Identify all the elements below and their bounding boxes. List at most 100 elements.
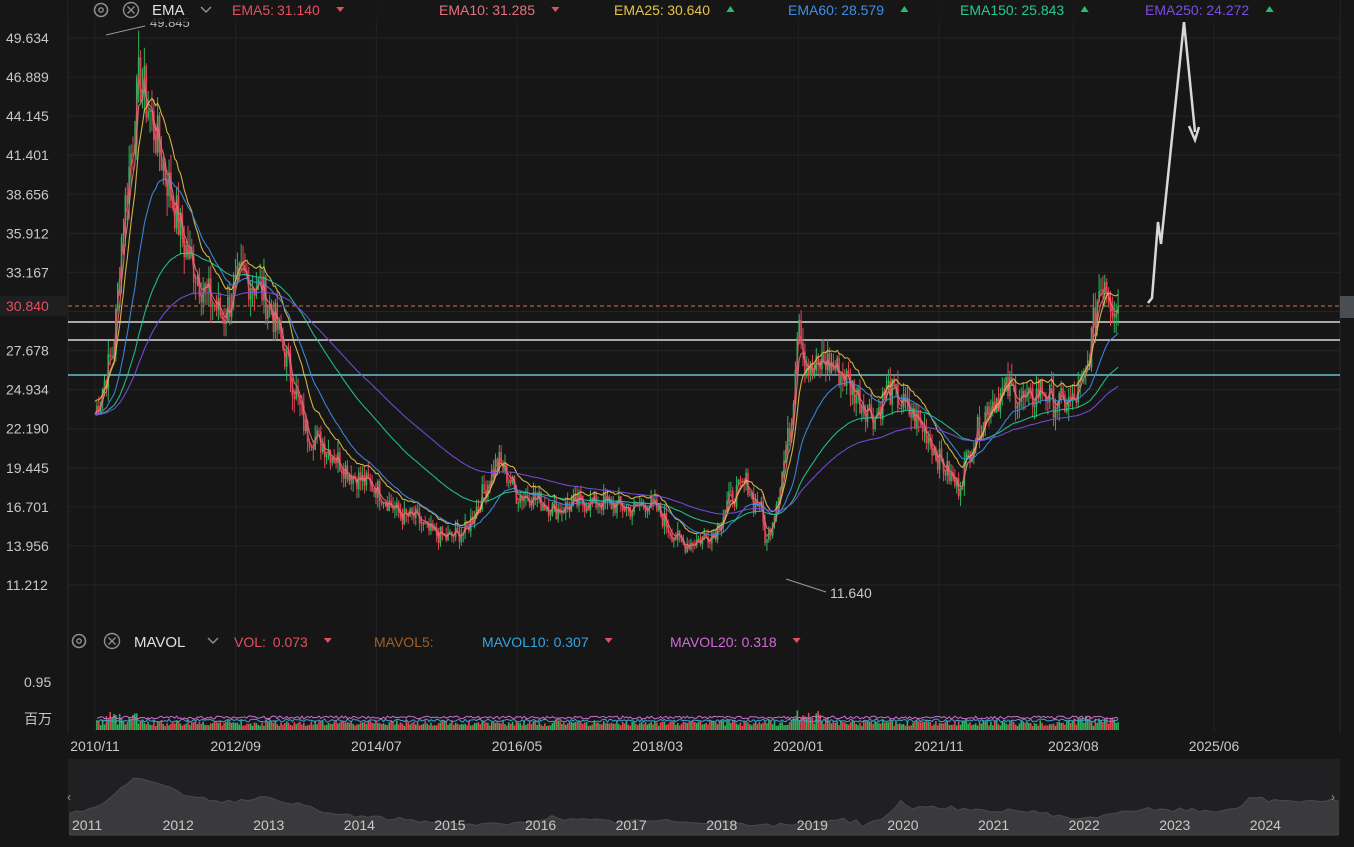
close-icon[interactable] (103, 632, 121, 650)
candle-body (530, 506, 533, 508)
indicator-name[interactable]: EMA (152, 2, 185, 19)
volume-bar (327, 723, 330, 730)
volume-bar (447, 724, 449, 730)
volume-bar (337, 723, 339, 730)
volume-bar (676, 723, 679, 730)
volume-bar (149, 724, 151, 730)
volume-bar (986, 720, 988, 730)
volume-bar (301, 724, 303, 730)
volume-bar (921, 721, 924, 730)
time-tick-label: 2018/03 (632, 738, 683, 754)
volume-bar (409, 724, 411, 730)
price-tick-label: 16.701 (6, 499, 49, 515)
volume-bar (424, 720, 427, 730)
volume-bar (735, 723, 738, 730)
volume-bar (705, 722, 707, 730)
navigator-right-handle[interactable]: › (1331, 790, 1335, 804)
volume-bar (282, 724, 284, 730)
volume-bar (97, 720, 100, 730)
volume-bar (380, 724, 383, 730)
volume-bar (285, 721, 288, 730)
volume-bar (1058, 721, 1061, 730)
volume-bar (177, 720, 180, 730)
volume-bar (880, 723, 882, 730)
volume-bar (312, 724, 315, 730)
navigator-year-label: 2021 (978, 817, 1009, 833)
volume-bar (172, 721, 174, 730)
volume-bar (116, 724, 119, 730)
volume-bar (673, 721, 675, 730)
volume-bar (471, 725, 474, 730)
volume-bar (1107, 723, 1110, 730)
volume-bar (842, 722, 844, 730)
volume-bar (768, 720, 770, 730)
volume-bar (627, 724, 630, 730)
volume-bar (669, 721, 671, 730)
volume-bar (646, 724, 649, 730)
price-tick-label: 49.634 (6, 30, 49, 46)
chevron-down-icon[interactable] (207, 637, 219, 645)
volume-bar (823, 723, 825, 730)
gear-icon[interactable] (71, 633, 87, 649)
volume-indicator-name[interactable]: MAVOL (134, 634, 185, 651)
volume-bar (137, 723, 140, 730)
volume-bar (405, 720, 408, 730)
volume-bar (976, 725, 979, 730)
volume-bar (194, 721, 197, 730)
candle-body (1100, 289, 1102, 292)
volume-bar (411, 722, 413, 730)
volume-bar (771, 724, 774, 730)
chart-stage[interactable]: 49.634 46.889 44.145 41.401 38.656 35.912 33.1… (0, 0, 1354, 847)
price-tick-label: 46.889 (6, 69, 49, 85)
volume-bar (458, 724, 461, 730)
volume-bar (1069, 723, 1072, 730)
legend-label: EMA5: (232, 2, 274, 18)
volume-bar (625, 721, 628, 730)
navigator-left-handle[interactable]: ‹ (67, 790, 71, 804)
volume-bar (316, 724, 318, 730)
volume-bar (697, 721, 700, 730)
candle-body (1016, 406, 1019, 409)
volume-bar (373, 723, 375, 730)
volume-bar (490, 722, 493, 730)
volume-bar (1083, 722, 1085, 730)
volume-bar (134, 713, 136, 730)
volume-bar (219, 720, 222, 730)
volume-bar (684, 722, 687, 730)
candle-body (766, 539, 768, 543)
volume-bar (686, 722, 689, 730)
volume-bar (566, 723, 569, 730)
volume-bar (151, 725, 153, 730)
volume-legend-label: MAVOL10: (482, 634, 549, 650)
volume-bar (582, 723, 584, 730)
volume-bar (179, 723, 182, 730)
candle-body (1033, 406, 1036, 408)
volume-bar (917, 721, 920, 730)
volume-bar (549, 725, 552, 730)
candle-body (517, 503, 520, 505)
volume-bar (268, 720, 271, 730)
volume-bar (895, 721, 897, 730)
price-tick-label: 13.956 (6, 538, 49, 554)
volume-bar (156, 721, 159, 730)
volume-bar (969, 722, 971, 730)
volume-bar (889, 720, 892, 730)
volume-bar (466, 725, 468, 730)
volume-bar (857, 725, 859, 730)
volume-bar (893, 725, 895, 730)
volume-bar (202, 721, 204, 730)
volume-bar (811, 717, 814, 730)
volume-bar (745, 722, 747, 730)
volume-bar (602, 720, 605, 730)
time-tick-label: 2023/08 (1048, 738, 1099, 754)
volume-bar (659, 722, 662, 730)
volume-bar (830, 723, 833, 730)
volume-bar (247, 723, 250, 730)
volume-bar (950, 724, 952, 730)
volume-bar (640, 721, 643, 730)
volume-bar (728, 720, 730, 730)
volume-bar (401, 723, 404, 730)
volume-bar (843, 722, 846, 730)
volume-bar (320, 721, 322, 730)
volume-bar (204, 724, 206, 730)
